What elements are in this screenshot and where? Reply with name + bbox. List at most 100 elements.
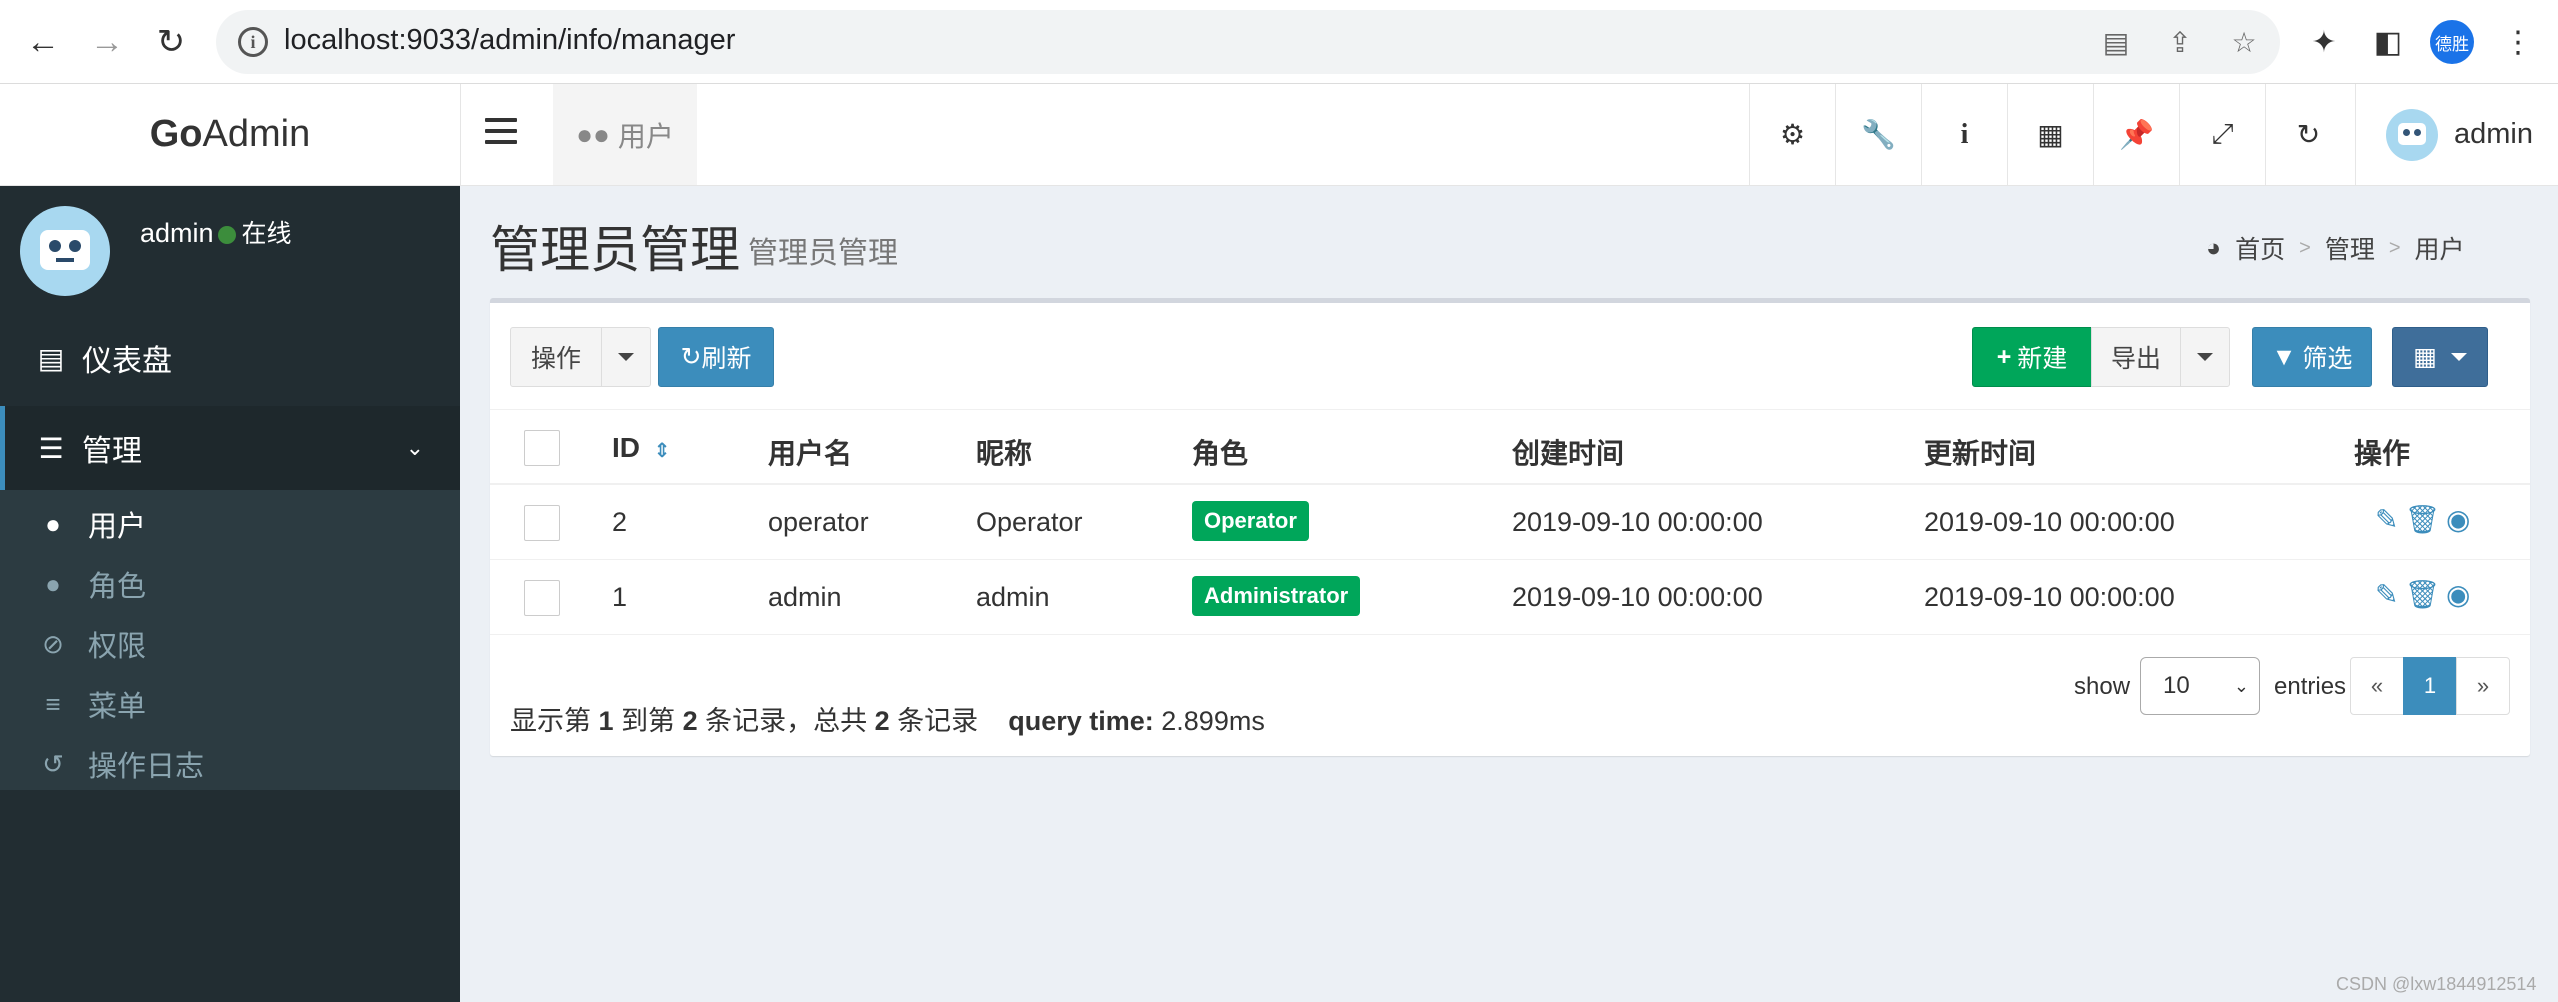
refresh-button[interactable]: ↻ 刷新: [658, 327, 774, 387]
site-info-icon[interactable]: i: [238, 27, 268, 57]
page-size-value: 10: [2163, 672, 2190, 699]
cell-nickname: Operator: [976, 507, 1083, 537]
online-status-icon: [217, 226, 236, 244]
page-title: 管理员管理: [490, 222, 740, 278]
url-text[interactable]: localhost:9033/admin/info/manager: [284, 24, 735, 57]
summary-from: 1: [598, 706, 614, 736]
sidebar: admin 在线 ▤ 仪表盘 ☰ 管理 ⌄ ● 用户 ● 角色 ⊘ 权限 ≡ 菜单…: [0, 186, 460, 1002]
pagination-page[interactable]: 1: [2403, 657, 2457, 715]
info-icon[interactable]: i: [1921, 84, 2007, 185]
eye-icon[interactable]: ◉: [2446, 503, 2470, 536]
submenu: ● 用户 ● 角色 ⊘ 权限 ≡ 菜单 ↺ 操作日志: [0, 490, 460, 790]
ban-icon: ⊘: [42, 628, 64, 659]
column-created: 创建时间: [1512, 438, 1625, 469]
users-icon: ●: [45, 508, 61, 539]
avatar: [20, 206, 110, 296]
sidebar-subitem-label: 菜单: [88, 691, 147, 723]
users-icon: ●●: [576, 118, 610, 150]
browser-menu-icon[interactable]: ⋮: [2496, 20, 2540, 64]
sidebar-subitem-permissions[interactable]: ⊘ 权限: [0, 614, 460, 674]
user-panel: admin 在线: [0, 186, 460, 296]
sidebar-toggle-icon[interactable]: [485, 118, 517, 150]
trash-icon[interactable]: 🗑: [2404, 578, 2440, 611]
sidebar-subitem-label: 操作日志: [88, 751, 205, 783]
sidebar-subitem-menu[interactable]: ≡ 菜单: [0, 674, 460, 734]
edit-icon[interactable]: ✎: [2375, 503, 2398, 536]
role-badge: Operator: [1192, 501, 1309, 541]
role-badge: Administrator: [1192, 576, 1361, 616]
back-icon[interactable]: ←: [18, 17, 68, 67]
pagination-prev[interactable]: «: [2350, 657, 2404, 715]
cell-id: 2: [612, 507, 628, 537]
extensions-icon[interactable]: ✦: [2302, 20, 2346, 64]
cell-created: 2019-09-10 00:00:00: [1512, 582, 1763, 612]
sort-icon[interactable]: ⇕: [654, 440, 671, 462]
row-actions: ✎ 🗑 ◉: [2375, 503, 2470, 536]
select-all-checkbox[interactable]: [524, 430, 560, 466]
browser-toolbar: ← → ↻ i localhost:9033/admin/info/manage…: [0, 0, 2558, 84]
fullscreen-icon[interactable]: ⤢: [2179, 84, 2265, 185]
watermark: CSDN @lxw1844912514: [2336, 974, 2537, 994]
bookmark-star-icon[interactable]: ☆: [2226, 24, 2262, 60]
export-dropdown[interactable]: [2180, 327, 2230, 387]
new-button[interactable]: + 新建: [1972, 327, 2092, 387]
column-nickname: 昵称: [976, 438, 1033, 469]
sidebar-subitem-roles[interactable]: ● 角色: [0, 554, 460, 614]
pagination-next[interactable]: »: [2456, 657, 2510, 715]
table-row: 1 admin admin Administrator 2019-09-10 0…: [490, 560, 2530, 635]
caret-down-icon: [2450, 353, 2467, 361]
dashboard-icon: ◕: [2206, 233, 2222, 262]
refresh-icon[interactable]: ↻: [2265, 84, 2351, 185]
apps-grid-icon[interactable]: ▦: [2007, 84, 2093, 185]
profile-avatar[interactable]: 德胜: [2430, 20, 2474, 64]
translate-icon[interactable]: ▤: [2098, 24, 2134, 60]
side-panel-icon[interactable]: ◧: [2366, 20, 2410, 64]
table-header: ID ⇕ 用户名 昵称 角色 创建时间 更新时间 操作: [490, 409, 2530, 485]
top-user-name: admin: [2454, 118, 2533, 150]
batch-action-button[interactable]: 操作: [510, 327, 602, 387]
filter-button[interactable]: ▼ 筛选: [2252, 327, 2372, 387]
sidebar-item-manage[interactable]: ☰ 管理 ⌄: [0, 406, 460, 490]
sidebar-item-label: 管理: [82, 435, 142, 468]
cell-nickname: admin: [976, 582, 1050, 612]
summary-text: 显示第: [510, 706, 591, 736]
eye-icon[interactable]: ◉: [2446, 578, 2470, 611]
tab-users[interactable]: ●● 用户: [553, 84, 697, 185]
sidebar-subitem-oplog[interactable]: ↺ 操作日志: [0, 734, 460, 794]
column-updated: 更新时间: [1924, 438, 2037, 469]
row-actions: ✎ 🗑 ◉: [2375, 578, 2470, 611]
share-icon[interactable]: ⇪: [2162, 24, 2198, 60]
sidebar-item-dashboard[interactable]: ▤ 仪表盘: [0, 316, 460, 400]
breadcrumb-manage[interactable]: 管理: [2325, 230, 2375, 266]
breadcrumb-home[interactable]: 首页: [2235, 230, 2285, 266]
user-menu[interactable]: admin: [2355, 84, 2558, 185]
edit-icon[interactable]: ✎: [2375, 578, 2398, 611]
trash-icon[interactable]: 🗑: [2404, 503, 2440, 536]
row-checkbox[interactable]: [524, 580, 560, 616]
settings-gear-icon[interactable]: ⚙: [1749, 84, 1835, 185]
new-label: 新建: [2017, 345, 2068, 373]
sidebar-subitem-label: 权限: [88, 631, 147, 663]
forward-icon[interactable]: →: [82, 17, 132, 67]
data-table-box: 操作 ↻ 刷新 + 新建 导出 ▼ 筛选 ▦ ID ⇕ 用户名 昵称 角色 创建时间 …: [490, 298, 2530, 756]
column-role: 角色: [1192, 438, 1249, 469]
online-status-text: 在线: [241, 220, 292, 248]
reload-icon[interactable]: ↻: [146, 17, 196, 67]
row-checkbox[interactable]: [524, 505, 560, 541]
bars-icon: ≡: [45, 688, 61, 719]
column-id[interactable]: ID ⇕: [612, 432, 671, 464]
chevron-down-icon: ⌄: [2233, 676, 2249, 696]
address-bar[interactable]: i localhost:9033/admin/info/manager ▤ ⇪ …: [216, 10, 2280, 74]
wrench-icon[interactable]: 🔧: [1835, 84, 1921, 185]
breadcrumb-separator: >: [2299, 236, 2311, 259]
app-logo[interactable]: Go Admin: [0, 84, 460, 186]
page-size-select[interactable]: 10 ⌄: [2140, 657, 2260, 715]
export-button[interactable]: 导出: [2091, 327, 2181, 387]
bar-chart-icon: ▤: [37, 342, 65, 374]
table-icon: ▦: [2413, 343, 2437, 371]
batch-action-dropdown[interactable]: [601, 327, 651, 387]
column-actions: 操作: [2354, 438, 2411, 469]
sidebar-subitem-users[interactable]: ● 用户: [0, 494, 460, 554]
pin-icon[interactable]: 📌: [2093, 84, 2179, 185]
column-toggle-button[interactable]: ▦: [2392, 327, 2488, 387]
